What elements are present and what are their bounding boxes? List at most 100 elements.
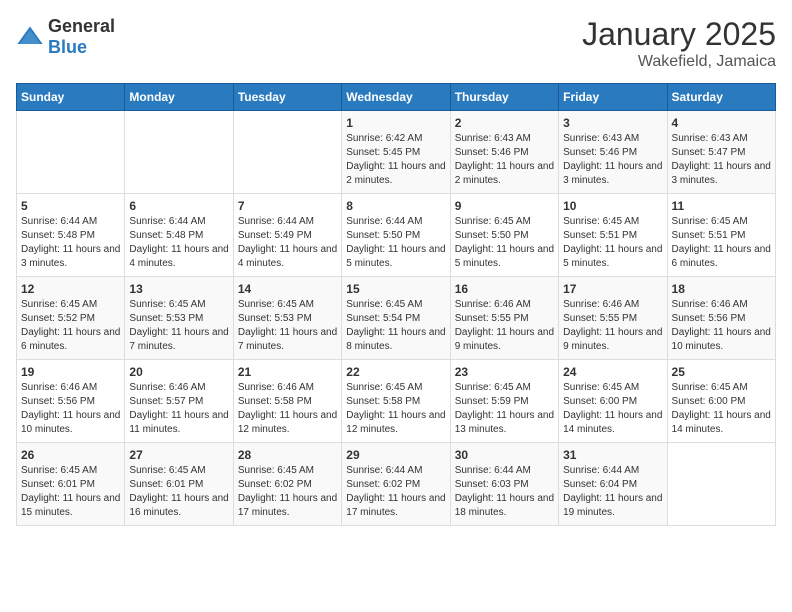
calendar-cell: 5 Sunrise: 6:44 AMSunset: 5:48 PMDaylight… (17, 194, 125, 277)
calendar-cell: 13 Sunrise: 6:45 AMSunset: 5:53 PMDayligh… (125, 277, 233, 360)
day-number: 24 (563, 365, 662, 379)
calendar-cell: 24 Sunrise: 6:45 AMSunset: 6:00 PMDayligh… (559, 360, 667, 443)
day-number: 31 (563, 448, 662, 462)
week-row-3: 12 Sunrise: 6:45 AMSunset: 5:52 PMDayligh… (17, 277, 776, 360)
day-number: 16 (455, 282, 554, 296)
day-header-tuesday: Tuesday (233, 84, 341, 111)
calendar-cell: 2Sunrise: 6:43 AMSunset: 5:46 PMDaylight… (450, 111, 558, 194)
calendar-cell: 4 Sunrise: 6:43 AMSunset: 5:47 PMDaylight… (667, 111, 775, 194)
day-number: 22 (346, 365, 445, 379)
calendar-cell: 7Sunrise: 6:44 AMSunset: 5:49 PMDaylight… (233, 194, 341, 277)
calendar-cell (233, 111, 341, 194)
calendar-cell: 21 Sunrise: 6:46 AMSunset: 5:58 PMDayligh… (233, 360, 341, 443)
cell-content: Sunrise: 6:46 AMSunset: 5:56 PMDaylight:… (672, 298, 771, 354)
day-number: 7 (238, 199, 337, 213)
cell-content: Sunrise: 6:45 AMSunset: 6:01 PMDaylight:… (21, 464, 120, 520)
cell-content: Sunrise: 6:45 AMSunset: 5:51 PMDaylight:… (563, 215, 662, 271)
month-title: January 2025 (582, 16, 776, 53)
day-number: 27 (129, 448, 228, 462)
calendar-cell: 15 Sunrise: 6:45 AMSunset: 5:54 PMDayligh… (342, 277, 450, 360)
calendar-cell: 19Sunrise: 6:46 AMSunset: 5:56 PMDayligh… (17, 360, 125, 443)
cell-content: Sunrise: 6:45 AMSunset: 6:02 PMDaylight:… (238, 464, 337, 520)
day-number: 28 (238, 448, 337, 462)
day-number: 15 (346, 282, 445, 296)
calendar-cell: 27 Sunrise: 6:45 AMSunset: 6:01 PMDayligh… (125, 443, 233, 526)
day-header-wednesday: Wednesday (342, 84, 450, 111)
day-number: 3 (563, 116, 662, 130)
day-number: 18 (672, 282, 771, 296)
calendar-cell: 8 Sunrise: 6:44 AMSunset: 5:50 PMDaylight… (342, 194, 450, 277)
title-area: January 2025 Wakefield, Jamaica (582, 16, 776, 71)
calendar-cell: 26 Sunrise: 6:45 AMSunset: 6:01 PMDayligh… (17, 443, 125, 526)
logo: General Blue (16, 16, 115, 58)
calendar-cell: 22Sunrise: 6:45 AMSunset: 5:58 PMDayligh… (342, 360, 450, 443)
page-header: General Blue January 2025 Wakefield, Jam… (16, 16, 776, 71)
day-number: 11 (672, 199, 771, 213)
calendar-cell: 10 Sunrise: 6:45 AMSunset: 5:51 PMDayligh… (559, 194, 667, 277)
day-number: 10 (563, 199, 662, 213)
cell-content: Sunrise: 6:43 AMSunset: 5:46 PMDaylight:… (563, 132, 662, 188)
day-header-sunday: Sunday (17, 84, 125, 111)
day-number: 23 (455, 365, 554, 379)
cell-content: Sunrise: 6:45 AMSunset: 6:01 PMDaylight:… (129, 464, 228, 520)
cell-content: Sunrise: 6:46 AMSunset: 5:57 PMDaylight:… (129, 381, 228, 437)
day-number: 13 (129, 282, 228, 296)
day-header-friday: Friday (559, 84, 667, 111)
cell-content: Sunrise: 6:46 AMSunset: 5:55 PMDaylight:… (563, 298, 662, 354)
week-row-4: 19Sunrise: 6:46 AMSunset: 5:56 PMDayligh… (17, 360, 776, 443)
cell-content: Sunrise: 6:46 AMSunset: 5:58 PMDaylight:… (238, 381, 337, 437)
logo-icon (16, 23, 44, 51)
cell-content: Sunrise: 6:43 AMSunset: 5:47 PMDaylight:… (672, 132, 771, 188)
day-number: 17 (563, 282, 662, 296)
calendar-cell: 20Sunrise: 6:46 AMSunset: 5:57 PMDayligh… (125, 360, 233, 443)
calendar-cell: 25Sunrise: 6:45 AMSunset: 6:00 PMDayligh… (667, 360, 775, 443)
cell-content: Sunrise: 6:43 AMSunset: 5:46 PMDaylight:… (455, 132, 554, 188)
cell-content: Sunrise: 6:45 AMSunset: 6:00 PMDaylight:… (672, 381, 771, 437)
day-number: 14 (238, 282, 337, 296)
header-row: SundayMondayTuesdayWednesdayThursdayFrid… (17, 84, 776, 111)
calendar-cell: 9 Sunrise: 6:45 AMSunset: 5:50 PMDaylight… (450, 194, 558, 277)
cell-content: Sunrise: 6:45 AMSunset: 5:54 PMDaylight:… (346, 298, 445, 354)
calendar-cell (17, 111, 125, 194)
week-row-2: 5 Sunrise: 6:44 AMSunset: 5:48 PMDaylight… (17, 194, 776, 277)
calendar-cell: 30Sunrise: 6:44 AMSunset: 6:03 PMDayligh… (450, 443, 558, 526)
cell-content: Sunrise: 6:44 AMSunset: 5:50 PMDaylight:… (346, 215, 445, 271)
day-header-thursday: Thursday (450, 84, 558, 111)
calendar-cell: 12 Sunrise: 6:45 AMSunset: 5:52 PMDayligh… (17, 277, 125, 360)
calendar-cell: 18 Sunrise: 6:46 AMSunset: 5:56 PMDayligh… (667, 277, 775, 360)
cell-content: Sunrise: 6:45 AMSunset: 6:00 PMDaylight:… (563, 381, 662, 437)
day-number: 12 (21, 282, 120, 296)
week-row-1: 1Sunrise: 6:42 AMSunset: 5:45 PMDaylight… (17, 111, 776, 194)
calendar-cell: 23 Sunrise: 6:45 AMSunset: 5:59 PMDayligh… (450, 360, 558, 443)
day-header-monday: Monday (125, 84, 233, 111)
calendar-cell (125, 111, 233, 194)
day-number: 9 (455, 199, 554, 213)
day-number: 21 (238, 365, 337, 379)
cell-content: Sunrise: 6:44 AMSunset: 5:48 PMDaylight:… (21, 215, 120, 271)
calendar-table: SundayMondayTuesdayWednesdayThursdayFrid… (16, 83, 776, 526)
logo-text-blue: Blue (48, 37, 87, 57)
day-number: 5 (21, 199, 120, 213)
day-number: 26 (21, 448, 120, 462)
day-number: 8 (346, 199, 445, 213)
calendar-cell: 28 Sunrise: 6:45 AMSunset: 6:02 PMDayligh… (233, 443, 341, 526)
calendar-cell: 14Sunrise: 6:45 AMSunset: 5:53 PMDayligh… (233, 277, 341, 360)
cell-content: Sunrise: 6:45 AMSunset: 5:51 PMDaylight:… (672, 215, 771, 271)
cell-content: Sunrise: 6:45 AMSunset: 5:52 PMDaylight:… (21, 298, 120, 354)
day-number: 4 (672, 116, 771, 130)
day-number: 29 (346, 448, 445, 462)
cell-content: Sunrise: 6:45 AMSunset: 5:53 PMDaylight:… (129, 298, 228, 354)
day-number: 6 (129, 199, 228, 213)
calendar-cell: 31Sunrise: 6:44 AMSunset: 6:04 PMDayligh… (559, 443, 667, 526)
calendar-cell: 16 Sunrise: 6:46 AMSunset: 5:55 PMDayligh… (450, 277, 558, 360)
calendar-cell: 17 Sunrise: 6:46 AMSunset: 5:55 PMDayligh… (559, 277, 667, 360)
cell-content: Sunrise: 6:46 AMSunset: 5:55 PMDaylight:… (455, 298, 554, 354)
day-number: 19 (21, 365, 120, 379)
week-row-5: 26 Sunrise: 6:45 AMSunset: 6:01 PMDayligh… (17, 443, 776, 526)
calendar-cell (667, 443, 775, 526)
cell-content: Sunrise: 6:45 AMSunset: 5:59 PMDaylight:… (455, 381, 554, 437)
cell-content: Sunrise: 6:45 AMSunset: 5:50 PMDaylight:… (455, 215, 554, 271)
cell-content: Sunrise: 6:44 AMSunset: 5:48 PMDaylight:… (129, 215, 228, 271)
day-number: 30 (455, 448, 554, 462)
calendar-cell: 29Sunrise: 6:44 AMSunset: 6:02 PMDayligh… (342, 443, 450, 526)
